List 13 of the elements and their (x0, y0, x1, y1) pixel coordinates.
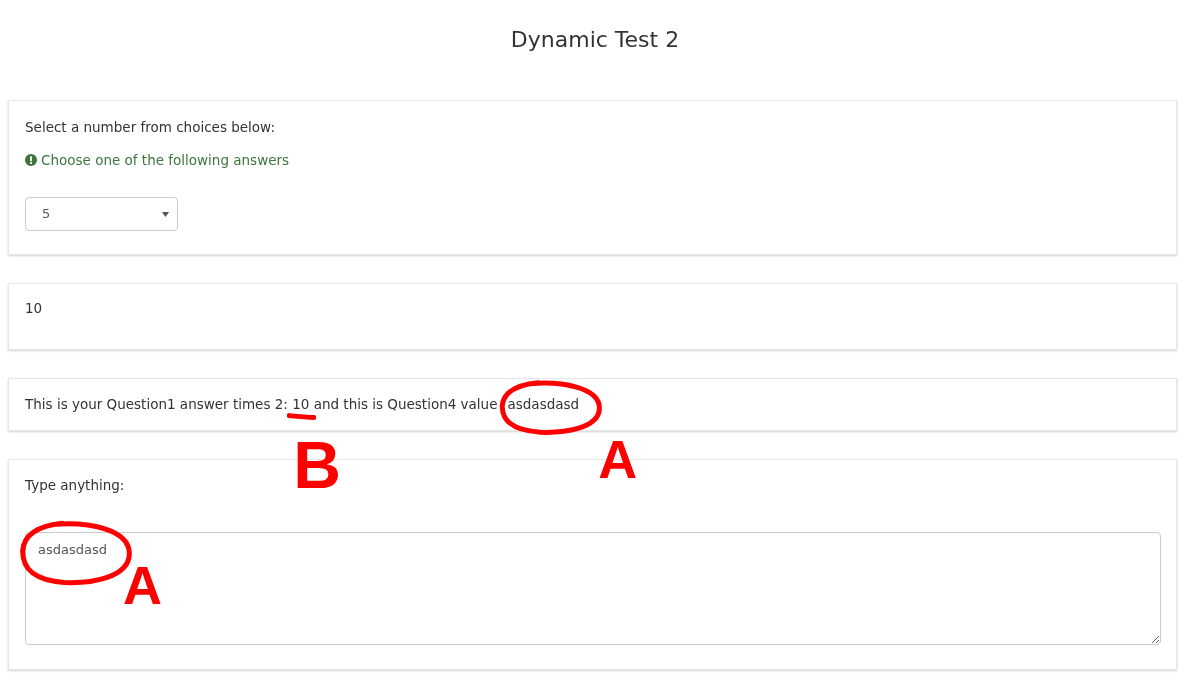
result-value: 10 (25, 299, 43, 318)
annotation-letter: A (598, 438, 638, 481)
caret-icon (162, 211, 169, 217)
hint-text: Choose one of the following answers (41, 151, 290, 170)
annotation-letter: A (123, 564, 162, 607)
result-sentence: This is your Question1 answer times 2: 10 and this is Question4 value asdasdasd (25, 395, 580, 414)
annotation-letter: B (293, 440, 341, 492)
page-title: Dynamic Test 2 (510, 26, 680, 54)
question-label: Select a number from choices below: (25, 118, 275, 137)
question-label: Type anything: (25, 476, 125, 495)
number-select[interactable]: 5 (25, 197, 178, 231)
annotation-underline (287, 413, 317, 420)
exclamation-circle-icon (25, 154, 37, 166)
